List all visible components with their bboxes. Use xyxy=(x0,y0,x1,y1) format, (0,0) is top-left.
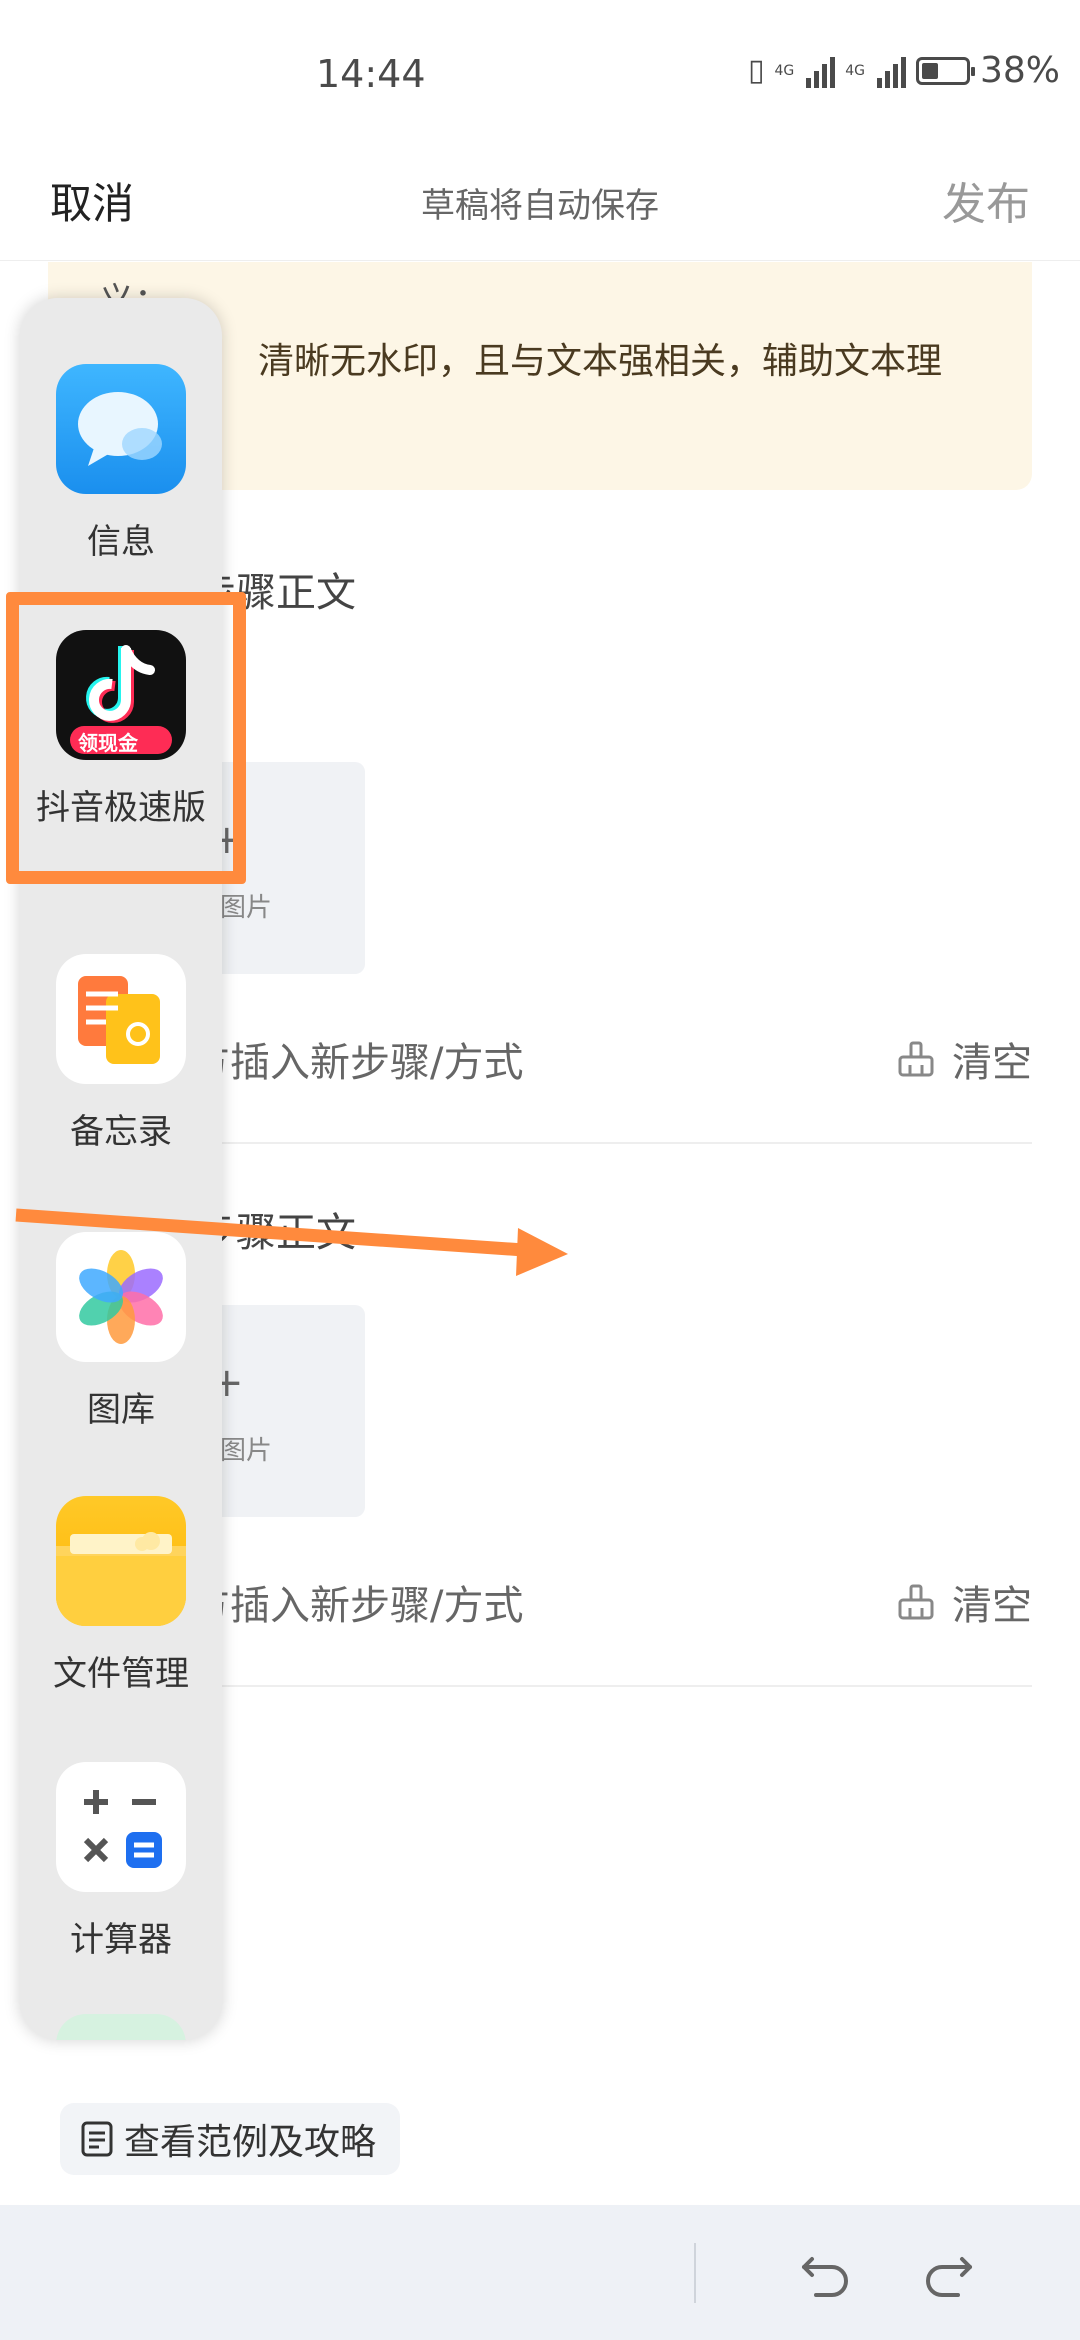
file-manager-icon xyxy=(56,1496,186,1626)
status-time: 14:44 xyxy=(316,52,426,96)
battery-percent: 38% xyxy=(979,50,1060,91)
app-file-manager[interactable]: 文件管理 xyxy=(20,1496,222,1695)
status-bar: 14:44 ▯ 4G 4G 38% xyxy=(0,0,1080,150)
app-label: 文件管理 xyxy=(53,1654,189,1694)
app-label: 备忘录 xyxy=(70,1112,172,1152)
app-messages[interactable]: 信息 xyxy=(20,364,222,563)
status-right: ▯ 4G 4G 38% xyxy=(748,50,1060,91)
clear-label: 清空 xyxy=(952,1583,1032,1629)
network-type-2: 4G xyxy=(845,62,865,79)
app-label: 图库 xyxy=(87,1390,155,1430)
image-label: 图片 xyxy=(220,893,273,923)
gallery-icon xyxy=(56,1232,186,1362)
app-gallery[interactable]: 图库 xyxy=(20,1232,222,1431)
insert-step-button[interactable]: 方插入新步骤/方式 xyxy=(190,1030,523,1088)
clear-label: 清空 xyxy=(952,1040,1032,1086)
signal-icon-2 xyxy=(876,54,906,88)
app-notes[interactable]: 备忘录 xyxy=(20,954,222,1153)
image-label: 图片 xyxy=(220,1436,273,1466)
side-app-dock: 信息 领现金 抖音极速版 备忘录 图库 文件管理 计算器 xyxy=(20,298,222,2040)
clear-button[interactable]: 清空 xyxy=(894,1030,1032,1088)
editor-header: 取消 草稿将自动保存 发布 xyxy=(0,150,1080,261)
clear-button[interactable]: 清空 xyxy=(894,1573,1032,1631)
notes-icon xyxy=(56,954,186,1084)
view-examples-button[interactable]: 查看范例及攻略 xyxy=(60,2103,401,2175)
battery-icon xyxy=(915,56,975,85)
app-label: 计算器 xyxy=(70,1920,172,1960)
calculator-icon xyxy=(56,1762,186,1892)
network-type-1: 4G xyxy=(774,62,795,79)
signal-icon-1 xyxy=(806,54,836,88)
draft-status: 草稿将自动保存 xyxy=(421,186,659,226)
bottom-toolbar xyxy=(0,2205,1080,2340)
insert-step-button[interactable]: 方插入新步骤/方式 xyxy=(190,1573,523,1631)
app-partial[interactable] xyxy=(56,2014,186,2040)
undo-icon[interactable] xyxy=(798,2245,854,2301)
publish-button[interactable]: 发布 xyxy=(942,168,1030,232)
guide-label: 查看范例及攻略 xyxy=(124,2122,377,2163)
broom-icon xyxy=(898,1584,934,1620)
app-label: 信息 xyxy=(87,522,155,562)
tip-line-2: 清晰无水印，且与文本强相关，辅助文本理 xyxy=(258,341,943,382)
highlight-box xyxy=(6,592,246,884)
vibrate-icon: ▯ xyxy=(747,53,765,88)
redo-icon[interactable] xyxy=(920,2245,976,2301)
messages-icon xyxy=(56,364,186,494)
broom-icon xyxy=(898,1041,934,1077)
document-icon xyxy=(81,2121,113,2157)
app-calculator[interactable]: 计算器 xyxy=(20,1762,222,1961)
toolbar-divider xyxy=(694,2243,696,2303)
